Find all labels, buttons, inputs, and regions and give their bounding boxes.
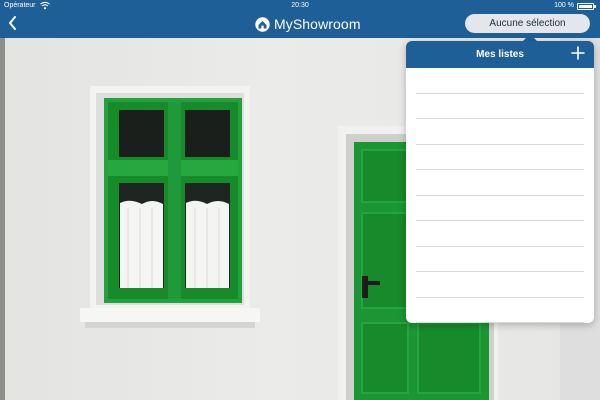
battery-fill	[579, 5, 592, 8]
app-title: MyShowroom	[274, 16, 361, 32]
selection-button[interactable]: Aucune sélection	[465, 14, 590, 33]
popover-arrow	[523, 34, 537, 41]
list-item[interactable]	[416, 196, 584, 221]
popover-header: Mes listes	[406, 41, 594, 68]
list-item[interactable]	[416, 221, 584, 247]
lists-list	[406, 68, 594, 323]
chevron-left-icon[interactable]	[6, 14, 20, 32]
app-brand: MyShowroom	[255, 14, 361, 34]
status-bar: Opérateur 20:30 100 %	[0, 0, 600, 12]
top-bar: Opérateur 20:30 100 % MyShowroom Aucune …	[0, 0, 600, 38]
list-item[interactable]	[416, 94, 584, 119]
clock: 20:30	[291, 2, 309, 9]
list-item[interactable]	[416, 145, 584, 170]
list-item[interactable]	[416, 272, 584, 298]
battery-percentage: 100 %	[554, 2, 574, 9]
popover-title: Mes listes	[476, 49, 524, 60]
list-item[interactable]	[416, 170, 584, 196]
plus-icon[interactable]	[571, 46, 585, 60]
home-icon	[255, 16, 270, 32]
battery-icon	[577, 3, 596, 10]
list-item[interactable]	[416, 247, 584, 272]
lists-popover: Mes listes	[406, 41, 594, 323]
list-item[interactable]	[416, 68, 584, 94]
list-item[interactable]	[416, 119, 584, 145]
list-item[interactable]	[416, 298, 584, 323]
